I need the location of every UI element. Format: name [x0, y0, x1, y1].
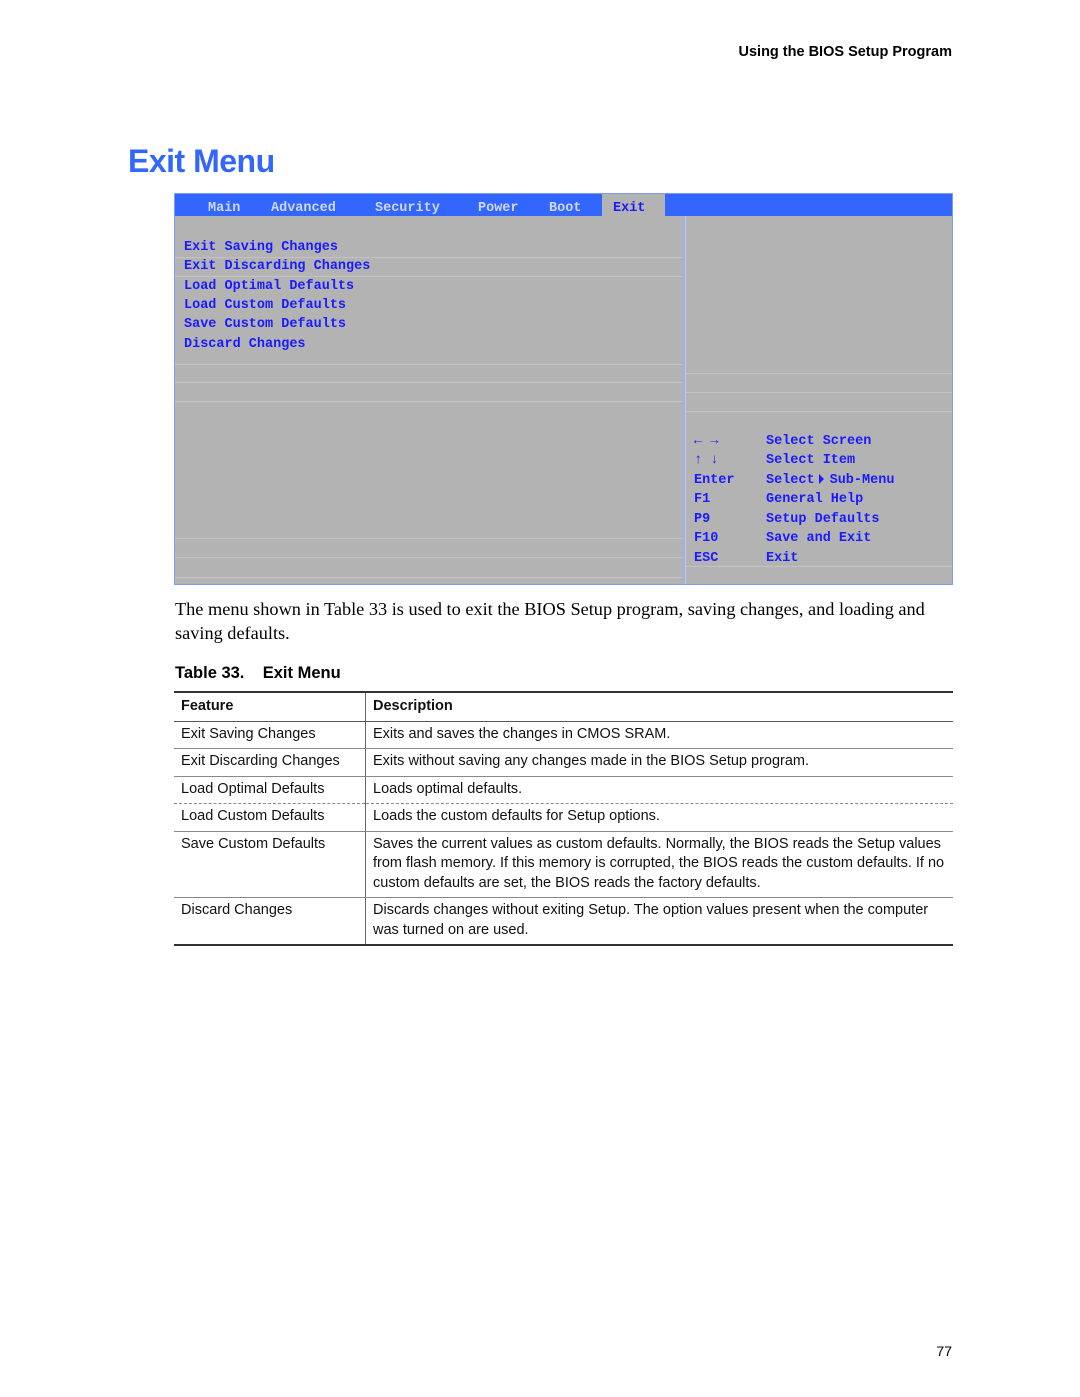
description-cell: Loads the custom defaults for Setup opti…: [365, 803, 953, 832]
exit-menu-table: Feature Description Exit Saving Changes …: [174, 691, 953, 946]
key-help-action-pre: Select: [766, 473, 815, 488]
running-header: Using the BIOS Setup Program: [738, 44, 953, 60]
feature-cell: Save Custom Defaults: [174, 831, 366, 898]
bios-menu-exit-discarding-changes[interactable]: Exit Discarding Changes: [184, 259, 370, 274]
bios-tab-boot[interactable]: Boot: [549, 194, 581, 216]
bios-menu-discard-changes[interactable]: Discard Changes: [184, 337, 306, 352]
scanline: [686, 411, 952, 412]
up-down-arrows-icon: ↑ ↓: [694, 453, 719, 468]
key-help-action: Exit: [766, 551, 799, 566]
table-caption-number: Table 33.: [175, 664, 245, 682]
table-header-row: Feature Description: [174, 691, 953, 722]
bios-screen: Main Advanced Security Power Boot Exit E…: [174, 193, 953, 585]
scanline: [175, 382, 683, 383]
key-help-action: General Help: [766, 492, 864, 507]
bios-menu-save-custom-defaults[interactable]: Save Custom Defaults: [184, 317, 346, 332]
key-help-key: ESC: [694, 551, 719, 566]
key-help-action-post: Sub-Menu: [829, 473, 895, 488]
feature-cell: Exit Saving Changes: [174, 721, 366, 749]
bios-menu-load-optimal-defaults[interactable]: Load Optimal Defaults: [184, 279, 354, 294]
feature-cell: Exit Discarding Changes: [174, 748, 366, 777]
bios-menu-exit-saving-changes[interactable]: Exit Saving Changes: [184, 240, 338, 255]
table-row: Load Custom Defaults Loads the custom de…: [174, 803, 953, 832]
scanline: [686, 392, 952, 393]
bios-tab-bar: Main Advanced Security Power Boot Exit: [175, 194, 952, 216]
key-help-action: Select Item: [766, 453, 856, 468]
column-header-feature: Feature: [174, 691, 366, 722]
key-help-action: Save and Exit: [766, 531, 872, 546]
column-header-description: Description: [365, 691, 953, 722]
left-right-arrows-icon: ← →: [694, 434, 719, 449]
table-caption-title: Exit Menu: [262, 664, 341, 682]
scanline: [175, 276, 683, 277]
triangle-right-icon: [818, 474, 824, 484]
scanline: [175, 364, 683, 365]
table-row: Load Optimal Defaults Loads optimal defa…: [174, 776, 953, 804]
table-row: Exit Discarding Changes Exits without sa…: [174, 748, 953, 777]
table-row: Save Custom Defaults Saves the current v…: [174, 831, 953, 898]
scanline: [175, 577, 683, 578]
description-cell: Discards changes without exiting Setup. …: [365, 897, 953, 946]
scanline: [686, 373, 952, 374]
scanline: [175, 538, 683, 539]
page-number: 77: [936, 1343, 952, 1359]
key-help-key: Enter: [694, 473, 735, 488]
feature-cell: Discard Changes: [174, 897, 366, 946]
intro-paragraph: The menu shown in Table 33 is used to ex…: [175, 599, 925, 643]
description-cell: Loads optimal defaults.: [365, 776, 953, 804]
bios-tab-main[interactable]: Main: [208, 194, 240, 216]
table-row: Exit Saving Changes Exits and saves the …: [174, 721, 953, 749]
table-row: Discard Changes Discards changes without…: [174, 897, 953, 946]
table-caption: Table 33. Exit Menu: [175, 664, 341, 683]
feature-cell: Load Custom Defaults: [174, 803, 366, 832]
key-help-key: F1: [694, 492, 711, 507]
scanline: [175, 401, 683, 402]
key-help-action: Select Screen: [766, 434, 872, 449]
bios-tab-power[interactable]: Power: [478, 194, 519, 216]
description-cell: Exits without saving any changes made in…: [365, 748, 953, 777]
bios-menu-pane: Exit Saving Changes Exit Discarding Chan…: [175, 216, 685, 584]
description-cell: Saves the current values as custom defau…: [365, 831, 953, 898]
bios-menu-load-custom-defaults[interactable]: Load Custom Defaults: [184, 298, 346, 313]
key-help-key: P9: [694, 512, 711, 527]
scanline: [175, 557, 683, 558]
bios-tab-security[interactable]: Security: [375, 194, 440, 216]
bios-tab-advanced[interactable]: Advanced: [271, 194, 336, 216]
key-help-action: Select Sub-Menu: [766, 473, 894, 488]
scanline: [686, 566, 952, 567]
page-title: Exit Menu: [128, 143, 275, 179]
scanline: [175, 257, 683, 258]
key-help-action: Setup Defaults: [766, 512, 880, 527]
description-cell: Exits and saves the changes in CMOS SRAM…: [365, 721, 953, 749]
bios-tab-exit[interactable]: Exit: [602, 194, 665, 216]
feature-cell: Load Optimal Defaults: [174, 776, 366, 804]
bios-help-pane: ← → Select Screen ↑ ↓ Select Item Enter …: [685, 216, 952, 584]
key-help-key: F10: [694, 531, 719, 546]
